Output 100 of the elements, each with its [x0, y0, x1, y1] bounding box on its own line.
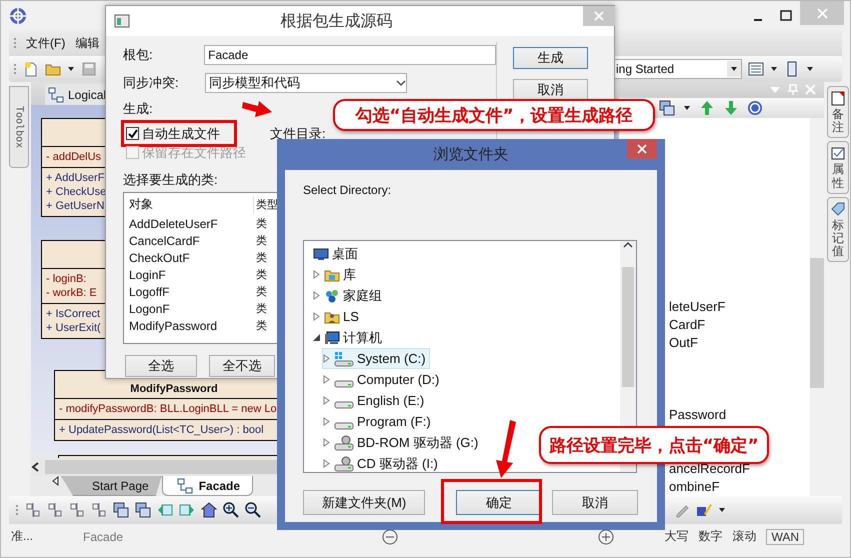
class-operation: + GetUserN: [46, 200, 102, 212]
table-cell-text: ModifyPassword: [128, 318, 218, 332]
table-cell-text: 类: [255, 268, 267, 282]
chevron-down-icon[interactable]: [396, 79, 406, 87]
cancel-button[interactable]: 取消: [552, 490, 638, 515]
menu-item[interactable]: 文件(F): [25, 32, 66, 54]
menu-item[interactable]: 编辑: [74, 32, 100, 54]
table-cell-text: LogoffF: [128, 284, 170, 298]
group-label: 生成:: [123, 100, 153, 118]
align-icon[interactable]: [69, 502, 85, 518]
new-file-icon[interactable]: [23, 61, 39, 77]
zoom-out-icon[interactable]: [382, 528, 398, 544]
scroll-left-icon[interactable]: [31, 462, 41, 472]
grip-icon: [13, 62, 17, 76]
class-operation: + UpdatePassword(List<TC_User>) : bool: [59, 424, 265, 436]
expander-icon[interactable]: [313, 333, 321, 342]
tag-icon: [830, 200, 846, 217]
dialog-prompt: Select Directory:: [303, 183, 392, 197]
folder-tree-item[interactable]: 桌面: [312, 243, 362, 264]
align-icon[interactable]: [91, 502, 107, 518]
home-icon[interactable]: [201, 502, 217, 518]
arrow-down-icon[interactable]: [723, 100, 739, 116]
drive-icon: [334, 422, 354, 430]
scroll-up-icon[interactable]: [623, 241, 633, 249]
table-cell-text: 类: [255, 285, 267, 299]
select-all-button[interactable]: 全选: [125, 355, 197, 377]
status-indicator: 滚动: [732, 528, 756, 545]
perspective-dropdown[interactable]: ing Started: [612, 59, 742, 79]
zoom-out-icon[interactable]: [245, 502, 261, 518]
stack-icon[interactable]: [113, 502, 129, 518]
stack-icon[interactable]: [659, 100, 675, 116]
back-icon[interactable]: [157, 502, 173, 518]
list-item[interactable]: Password: [669, 406, 726, 424]
field-label: 文件目录:: [270, 124, 326, 142]
generate-button[interactable]: 生成: [513, 47, 588, 69]
document-tab[interactable]: Facade: [162, 476, 254, 496]
caret-icon[interactable]: [730, 65, 738, 73]
caret-icon[interactable]: [718, 506, 726, 514]
disc-drive-icon: [334, 434, 354, 450]
help-icon[interactable]: [747, 100, 763, 116]
new-folder-button[interactable]: 新建文件夹(M): [303, 490, 425, 515]
folder-tree-item[interactable]: System (C:): [322, 348, 430, 369]
list-item[interactable]: ombineF: [669, 478, 720, 496]
drive-icon: [334, 350, 354, 366]
caret-icon[interactable]: [806, 65, 814, 73]
document-tab[interactable]: Start Page: [61, 476, 162, 496]
folder-tree-item[interactable]: Computer (D:): [322, 369, 444, 390]
align-icon[interactable]: [47, 502, 63, 518]
window-icon: [114, 13, 130, 29]
table-cell-text: 类: [255, 251, 267, 265]
folder-tree-item[interactable]: BD-ROM 驱动器 (G:): [322, 432, 482, 453]
folder-tree-item[interactable]: LS: [312, 306, 363, 327]
list-item[interactable]: CardF: [669, 316, 706, 334]
class-operation: + IsCorrect: [46, 308, 102, 320]
side-tab[interactable]: 属性: [827, 141, 849, 194]
side-tab[interactable]: 备注: [827, 86, 849, 138]
properties-icon: [830, 145, 846, 162]
cancel-button[interactable]: 取消: [513, 79, 588, 101]
root-package-field[interactable]: Facade: [204, 45, 496, 65]
column-header[interactable]: 类型: [254, 196, 278, 212]
save-pen-icon[interactable]: [696, 502, 712, 518]
status-indicator: 数字: [698, 528, 722, 545]
table-cell-text: 类: [255, 319, 267, 333]
toolbox-tab[interactable]: Toolbox: [9, 86, 29, 168]
side-tab[interactable]: 标记值: [827, 196, 849, 262]
arrow-up-icon[interactable]: [699, 100, 715, 116]
caret-icon[interactable]: [67, 65, 75, 73]
close-button[interactable]: [627, 139, 657, 159]
option-checkbox[interactable]: 自动生成文件: [126, 124, 220, 142]
tab-scroll-icon[interactable]: [51, 476, 61, 486]
table-icon[interactable]: [748, 61, 764, 77]
grip-icon: [13, 36, 17, 50]
list-item[interactable]: leteUserF: [669, 298, 726, 316]
list-item[interactable]: OutF: [669, 334, 698, 352]
caret-icon[interactable]: [683, 104, 691, 112]
ok-button[interactable]: 确定: [456, 490, 542, 515]
caret-icon[interactable]: [770, 65, 778, 73]
folder-tree-item[interactable]: English (E:): [322, 390, 428, 411]
folder-tree-item[interactable]: CD 驱动器 (I:): [322, 453, 442, 472]
folder-tree-item[interactable]: 库: [312, 264, 360, 285]
status-text: 准...: [11, 528, 34, 545]
scrollbar-thumb[interactable]: [810, 258, 824, 388]
folder-tree-item[interactable]: 家庭组: [312, 285, 386, 306]
diagram-icon: [176, 478, 193, 494]
align-icon[interactable]: [25, 502, 41, 518]
forward-icon[interactable]: [179, 502, 195, 518]
folder-tree-item[interactable]: 计算机: [312, 327, 386, 348]
zoom-in-icon[interactable]: [598, 528, 614, 544]
folder-tree-item[interactable]: Program (F:): [322, 411, 435, 432]
zoom-in-icon[interactable]: [223, 502, 239, 518]
dialog-title: 浏览文件夹: [432, 145, 510, 164]
sync-dropdown[interactable]: 同步模型和代码: [205, 73, 407, 93]
column-header[interactable]: 对象: [124, 196, 254, 212]
scrollbar-thumb[interactable]: [622, 267, 634, 387]
select-none-button[interactable]: 全不选: [209, 355, 275, 377]
save-icon[interactable]: [81, 61, 97, 77]
stack-icon[interactable]: [135, 502, 151, 518]
close-icon[interactable]: [637, 144, 647, 154]
maximize-icon[interactable]: [780, 10, 792, 22]
class-list[interactable]: 对象 类型 AddDeleteUserF 类 CancelCardF 类 CheckOutF 类 LoginF 类 LogoffF 类 LogonF 类 ModifyPassword 类: [123, 192, 279, 344]
